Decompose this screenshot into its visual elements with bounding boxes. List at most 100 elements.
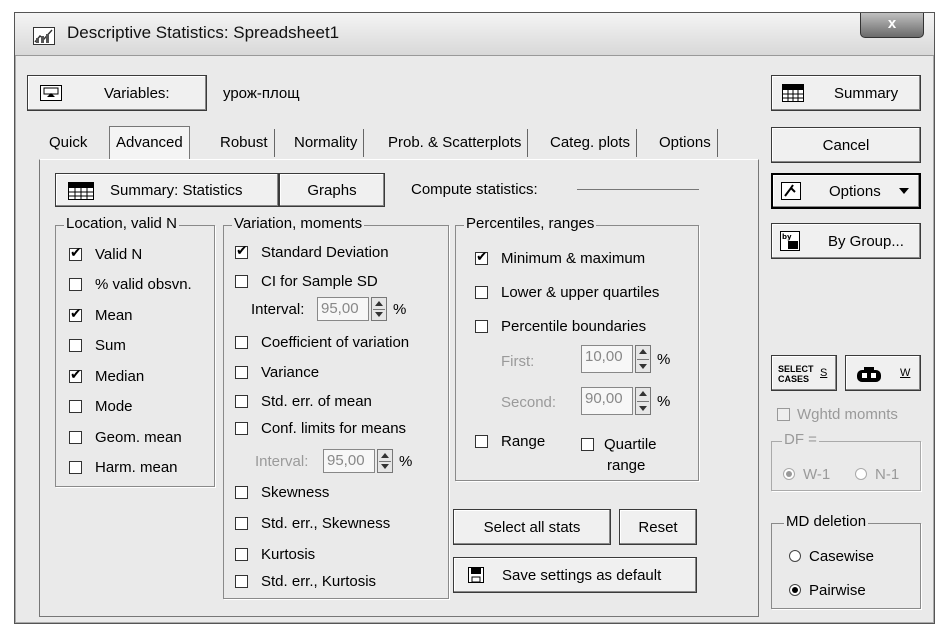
variance-checkbox[interactable]: Variance <box>235 361 319 383</box>
first-input: 10,00 <box>581 345 633 373</box>
df-group-title: DF = <box>782 431 819 448</box>
checkbox-box <box>581 437 594 451</box>
second-input: 90,00 <box>581 387 633 415</box>
checkbox-box <box>69 430 82 444</box>
compute-statistics-label: Compute statistics: <box>411 181 538 198</box>
location-group-title: Location, valid N <box>64 215 179 232</box>
pairwise-radio[interactable]: Pairwise <box>789 579 866 601</box>
checkbox-box <box>235 516 248 530</box>
checkbox-box <box>235 574 248 588</box>
options-button[interactable]: Options <box>771 173 921 209</box>
sum-checkbox[interactable]: Sum <box>69 334 126 356</box>
quartiles-checkbox[interactable]: Lower & upper quartiles <box>475 281 659 303</box>
close-button[interactable]: x <box>860 13 924 38</box>
tab-normality[interactable]: Normality <box>288 129 365 157</box>
first-percent: % <box>657 351 671 368</box>
window-title: Descriptive Statistics: Spreadsheet1 <box>67 23 340 42</box>
tab-quick[interactable]: Quick <box>43 129 93 157</box>
radio-circle <box>789 584 801 596</box>
std-err-kurtosis-checkbox[interactable]: Std. err., Kurtosis <box>235 570 376 592</box>
second-label: Second: <box>501 394 557 411</box>
checkbox-box <box>69 367 82 383</box>
select-cases-icon: SELECT CASES <box>778 364 814 384</box>
quartile-range-checkbox[interactable]: Quartile <box>581 433 657 455</box>
variation-group-title: Variation, moments <box>232 215 365 232</box>
checkbox-box <box>235 335 248 349</box>
median-checkbox[interactable]: Median <box>69 365 144 387</box>
checkbox-box <box>235 485 248 499</box>
mean-checkbox[interactable]: Mean <box>69 304 133 326</box>
dialog-window: Descriptive Statistics: Spreadsheet1 x V… <box>14 12 935 624</box>
weights-button[interactable]: W <box>845 355 921 391</box>
percentiles-group-title: Percentiles, ranges <box>464 215 597 232</box>
floppy-disk-icon <box>468 567 484 583</box>
tab-categ-plots[interactable]: Categ. plots <box>544 129 638 157</box>
radio-circle <box>855 468 867 480</box>
radio-circle <box>789 550 801 562</box>
interval2-label: Interval: <box>255 453 309 470</box>
tab-advanced[interactable]: Advanced <box>109 126 190 159</box>
checkbox-box <box>235 365 248 379</box>
checkbox-box <box>69 338 82 352</box>
coefficient-variation-checkbox[interactable]: Coefficient of variation <box>235 331 409 353</box>
checkbox-box <box>235 421 248 435</box>
valid-n-checkbox[interactable]: Valid N <box>69 243 142 265</box>
std-err-skewness-checkbox[interactable]: Std. err., Skewness <box>235 512 390 534</box>
range-checkbox[interactable]: Range <box>475 430 545 452</box>
reset-button[interactable]: Reset <box>619 509 697 545</box>
mode-checkbox[interactable]: Mode <box>69 395 133 417</box>
df-w1-radio: W-1 <box>783 463 830 485</box>
checkbox-box <box>235 394 248 408</box>
save-settings-default-button[interactable]: Save settings as default <box>453 557 697 593</box>
checkbox-box <box>69 245 82 261</box>
skewness-checkbox[interactable]: Skewness <box>235 481 329 503</box>
summary-button[interactable]: Summary <box>771 75 921 111</box>
weight-icon <box>857 367 881 382</box>
interval2-input: 95,00 <box>323 449 375 473</box>
select-all-stats-button[interactable]: Select all stats <box>453 509 611 545</box>
kurtosis-checkbox[interactable]: Kurtosis <box>235 543 315 565</box>
weighted-moments-checkbox: Wghtd momnts <box>777 403 898 425</box>
checkbox-box <box>235 243 248 259</box>
casewise-radio[interactable]: Casewise <box>789 545 874 567</box>
tab-robust[interactable]: Robust <box>214 129 275 157</box>
percentile-boundaries-checkbox[interactable]: Percentile boundaries <box>475 315 646 337</box>
checkbox-box <box>235 547 248 561</box>
summary-statistics-button[interactable]: Summary: Statistics <box>55 173 279 207</box>
tab-options[interactable]: Options <box>653 129 718 157</box>
df-n1-radio: N-1 <box>855 463 899 485</box>
ci-sample-sd-checkbox[interactable]: CI for Sample SD <box>235 270 378 292</box>
variables-label: Variables: <box>104 84 170 102</box>
quartile-range-label-line2: range <box>607 457 646 474</box>
compute-divider <box>577 189 699 190</box>
interval-input[interactable]: 95,00 <box>317 297 369 321</box>
graphs-button[interactable]: Graphs <box>279 173 385 207</box>
std-deviation-checkbox[interactable]: Standard Deviation <box>235 241 389 263</box>
by-group-button[interactable]: by By Group... <box>771 223 921 259</box>
std-err-mean-checkbox[interactable]: Std. err. of mean <box>235 390 372 412</box>
cancel-button[interactable]: Cancel <box>771 127 921 163</box>
radio-circle <box>783 468 795 480</box>
interval-percent: % <box>393 301 407 318</box>
by-group-icon: by <box>780 231 800 251</box>
summary-table-icon <box>782 84 804 102</box>
statistics-app-icon <box>33 27 55 45</box>
tab-prob-scatterplots[interactable]: Prob. & Scatterplots <box>382 129 529 157</box>
variables-button[interactable]: Variables: <box>27 75 207 111</box>
variables-value: урож-площ <box>223 85 300 102</box>
title-bar: Descriptive Statistics: Spreadsheet1 x <box>15 13 934 56</box>
interval-spinner[interactable] <box>371 297 387 321</box>
harm-mean-checkbox[interactable]: Harm. mean <box>69 456 178 478</box>
second-spinner <box>635 387 651 415</box>
checkbox-box <box>475 434 488 448</box>
interval2-percent: % <box>399 453 413 470</box>
conf-limits-checkbox[interactable]: Conf. limits for means <box>235 417 406 439</box>
first-label: First: <box>501 353 535 370</box>
summary-table-icon <box>68 182 94 200</box>
min-max-checkbox[interactable]: Minimum & maximum <box>475 247 645 269</box>
valid-obsvn-checkbox[interactable]: % valid obsvn. <box>69 273 192 295</box>
select-cases-button[interactable]: SELECT CASES S <box>771 355 837 391</box>
geom-mean-checkbox[interactable]: Geom. mean <box>69 426 182 448</box>
checkbox-box <box>777 407 790 421</box>
interval-label: Interval: <box>251 301 305 318</box>
